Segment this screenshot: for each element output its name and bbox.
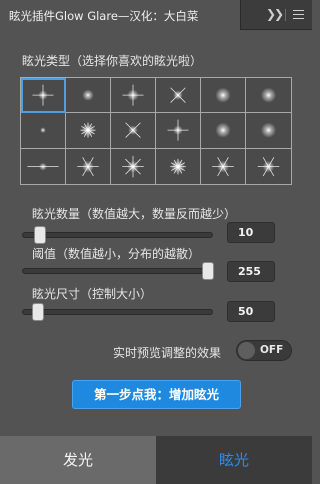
glare-preset-17[interactable] [201, 148, 246, 184]
glare-preset-thumbnail [122, 155, 144, 178]
threshold-input[interactable]: 255 [227, 261, 275, 282]
glare-preset-10[interactable] [156, 113, 201, 149]
glare-size-slider[interactable] [22, 303, 213, 321]
glare-preset-thumbnail [257, 156, 280, 176]
glare-preset-6[interactable] [246, 78, 291, 114]
glare-count-slider-thumb[interactable] [33, 226, 46, 244]
glare-count-label: 眩光数量（数值越大，数量反而越少） [32, 207, 237, 221]
glare-count-input[interactable]: 10 [227, 222, 275, 243]
toggle-state-text: OFF [260, 344, 284, 356]
realtime-preview-toggle[interactable]: OFF [236, 340, 292, 361]
glare-preset-2[interactable] [66, 78, 111, 114]
glare-preset-1[interactable] [21, 78, 66, 114]
titlebar-divider [285, 9, 286, 21]
glare-size-label: 眩光尺寸（控制大小） [32, 287, 153, 301]
panel-titlebar: 眩光插件Glow Glare—汉化：大白菜 ❯❯ [0, 0, 312, 30]
glare-preset-thumbnail [77, 156, 99, 176]
glare-type-grid [20, 77, 292, 185]
toggle-knob [238, 342, 255, 359]
glare-preset-thumbnail [212, 156, 234, 176]
threshold-slider[interactable] [22, 262, 214, 280]
glare-preset-thumbnail [260, 87, 277, 103]
glare-size-input[interactable]: 50 [227, 301, 275, 322]
glare-preset-12[interactable] [246, 113, 291, 149]
glare-preset-thumbnail [82, 89, 94, 101]
glare-preset-thumbnail [122, 84, 144, 106]
glare-preset-thumbnail [40, 127, 46, 134]
glare-size-slider-thumb[interactable] [32, 303, 45, 321]
add-glare-button[interactable]: 第一步点我：增加眩光 [72, 380, 241, 409]
glare-preset-3[interactable] [111, 78, 156, 114]
glare-preset-thumbnail [260, 122, 277, 139]
glare-preset-4[interactable] [156, 78, 201, 114]
glare-preset-thumbnail [167, 120, 189, 141]
glare-preset-15[interactable] [111, 148, 156, 184]
tab-glare[interactable]: 眩光 [156, 436, 312, 484]
tab-glow[interactable]: 发光 [0, 436, 156, 484]
glare-preset-thumbnail [125, 122, 141, 139]
glare-count-slider[interactable] [22, 226, 213, 244]
bottom-tab-bar: 发光 眩光 [0, 436, 312, 484]
glare-preset-thumbnail [215, 87, 231, 103]
glare-type-label: 眩光类型（选择你喜欢的眩光啦） [22, 54, 203, 68]
glare-preset-thumbnail [215, 122, 231, 139]
double-chevron-right-icon[interactable]: ❯❯ [266, 7, 284, 21]
glare-preset-11[interactable] [201, 113, 246, 149]
glare-preset-14[interactable] [66, 148, 111, 184]
glare-preset-16[interactable] [156, 148, 201, 184]
glare-preset-9[interactable] [111, 113, 156, 149]
panel-title: 眩光插件Glow Glare—汉化：大白菜 [9, 9, 199, 23]
threshold-label: 阈值（数值越小，分布的越散） [32, 247, 201, 261]
glare-preset-thumbnail [80, 122, 96, 139]
panel-tab[interactable]: 眩光插件Glow Glare—汉化：大白菜 [0, 0, 241, 30]
hamburger-menu-icon[interactable] [293, 10, 304, 19]
glare-preset-thumbnail [170, 87, 186, 103]
glare-preset-13[interactable] [21, 148, 66, 184]
glare-preset-7[interactable] [21, 113, 66, 149]
glare-preset-8[interactable] [66, 113, 111, 149]
glare-preset-18[interactable] [246, 148, 291, 184]
threshold-slider-thumb[interactable] [202, 262, 214, 280]
glare-preset-thumbnail [32, 84, 54, 106]
glare-preset-thumbnail [170, 158, 186, 175]
glare-preset-thumbnail [27, 162, 59, 171]
realtime-preview-label: 实时预览调整的效果 [113, 346, 222, 360]
glare-preset-5[interactable] [201, 78, 246, 114]
